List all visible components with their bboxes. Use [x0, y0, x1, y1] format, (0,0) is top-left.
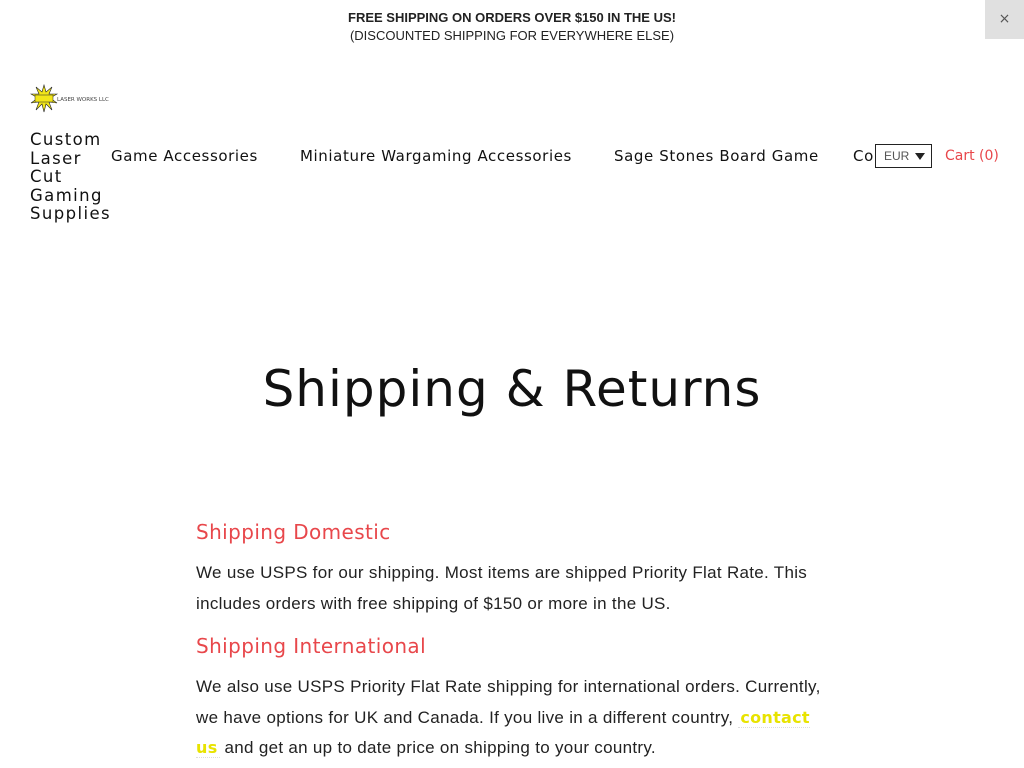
section-text: We use USPS for our shipping. Most items… — [196, 563, 808, 613]
section-text-part: We also use USPS Priority Flat Rate ship… — [196, 677, 821, 727]
promo-bar: FREE SHIPPING ON ORDERS OVER $150 IN THE… — [0, 0, 1024, 48]
brand-line: Laser — [30, 148, 82, 168]
promo-line-2: (DISCOUNTED SHIPPING FOR EVERYWHERE ELSE… — [349, 28, 675, 43]
brand-line: Gaming — [30, 185, 103, 205]
section-heading: Shipping Domestic — [196, 520, 391, 544]
svg-text:LASER WORKS LLC: LASER WORKS LLC — [57, 97, 109, 103]
section-text: We also use USPS Priority Flat Rate ship… — [196, 672, 836, 764]
page-title: Shipping & Returns — [262, 360, 762, 418]
chevron-down-icon — [915, 153, 925, 160]
cart-link[interactable]: Cart (0) — [945, 148, 999, 164]
section-heading: Shipping International — [196, 634, 427, 658]
brand-line: Supplies — [30, 204, 111, 224]
nav-sage-stones-board-game[interactable]: Sage Stones Board Game — [614, 147, 819, 165]
nav-miniature-wargaming-accessories[interactable]: Miniature Wargaming Accessories — [300, 147, 572, 165]
main-content: Shipping Domestic We use USPS for our sh… — [196, 520, 836, 764]
brand-line: Custom — [30, 130, 102, 149]
currency-select[interactable]: EUR — [875, 144, 932, 168]
brand-name[interactable]: Custom Laser Cut Gaming Supplies — [30, 130, 111, 224]
nav-game-accessories[interactable]: Game Accessories — [111, 147, 258, 165]
close-icon[interactable]: × — [985, 0, 1024, 39]
section-text-part: and get an up to date price on shipping … — [219, 738, 656, 757]
promo-line-1: FREE SHIPPING ON ORDERS OVER $150 IN THE… — [348, 10, 676, 25]
currency-value: EUR — [884, 149, 910, 163]
brand-line: Cut — [30, 167, 63, 187]
logo[interactable]: LASER WORKS LLC — [29, 83, 110, 114]
logo-image: LASER WORKS LLC — [29, 83, 109, 113]
